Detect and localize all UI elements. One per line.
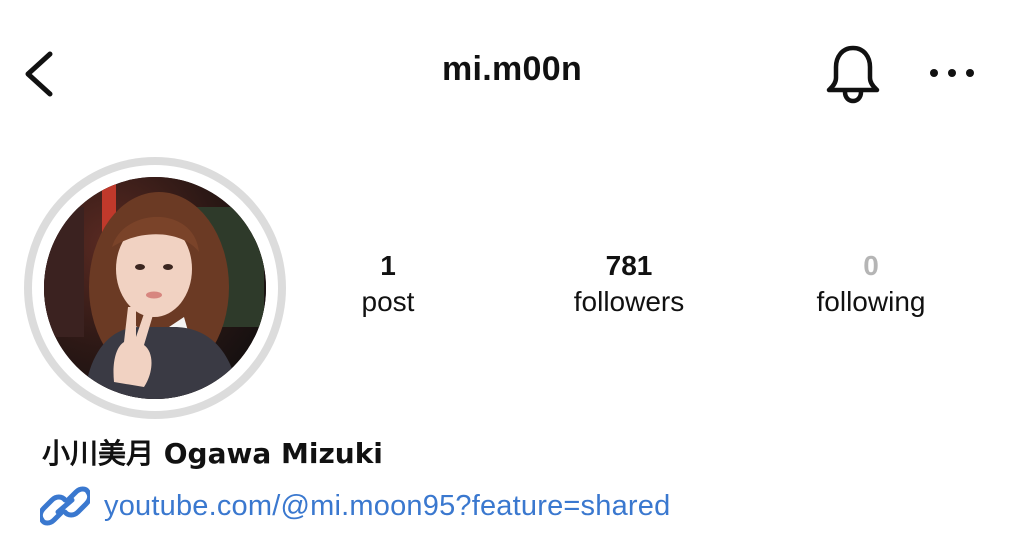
following-stat[interactable]: 0 following: [751, 250, 991, 322]
avatar[interactable]: [24, 157, 286, 419]
followers-label: followers: [573, 286, 685, 317]
posts-count: 1: [380, 250, 396, 281]
more-options-button[interactable]: [924, 58, 980, 88]
notifications-button[interactable]: [822, 40, 884, 106]
link-icon: [40, 486, 90, 526]
following-count: 0: [863, 250, 879, 281]
bio-link[interactable]: youtube.com/@mi.moon95?feature=shared: [40, 482, 670, 530]
posts-label: post: [361, 286, 415, 317]
more-horizontal-icon: [930, 69, 974, 77]
bell-icon: [826, 45, 880, 104]
profile-header: mi.m00n: [0, 0, 1024, 150]
profile-page: mi.m00n 1 post 781 followers 0 following…: [0, 0, 1024, 536]
posts-stat[interactable]: 1 post: [268, 250, 508, 322]
followers-stat[interactable]: 781 followers: [509, 250, 749, 322]
bio-link-text: youtube.com/@mi.moon95?feature=shared: [104, 489, 671, 522]
followers-count: 781: [605, 250, 653, 281]
display-name: 小川美月 Ogawa Mizuki: [42, 437, 383, 470]
following-label: following: [816, 286, 926, 317]
profile-photo: [44, 177, 266, 399]
